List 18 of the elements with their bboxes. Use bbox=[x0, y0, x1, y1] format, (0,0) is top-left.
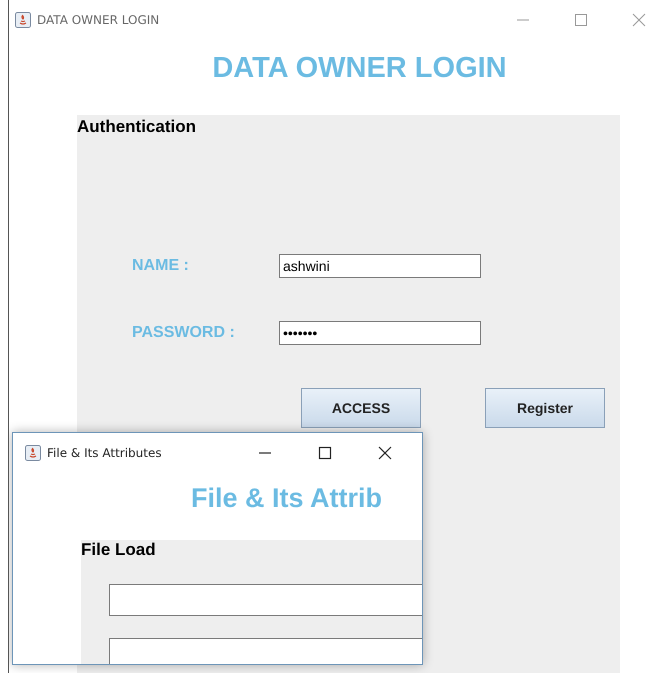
input-field[interactable]: ••••••• bbox=[279, 321, 481, 345]
maximize-icon[interactable] bbox=[318, 446, 332, 460]
java-app-icon bbox=[15, 12, 31, 28]
input-field[interactable]: ashwini bbox=[279, 254, 481, 278]
input-field[interactable] bbox=[109, 638, 422, 664]
form-button[interactable]: Register bbox=[485, 388, 605, 428]
input-field[interactable] bbox=[109, 584, 422, 616]
field-label: PASSWORD : bbox=[132, 324, 236, 342]
field-label: NAME : bbox=[132, 257, 190, 275]
panel-title: File Load bbox=[81, 540, 157, 560]
close-icon[interactable] bbox=[378, 446, 392, 460]
form-button[interactable]: ACCESS bbox=[301, 388, 421, 428]
window-title: DATA OWNER LOGIN bbox=[37, 13, 160, 27]
panel-title: Authentication bbox=[77, 117, 197, 137]
page-heading: DATA OWNER LOGIN bbox=[211, 52, 508, 86]
dialog-heading: File & Its Attrib bbox=[191, 483, 384, 515]
java-app-icon bbox=[25, 445, 41, 461]
window-title: File & Its Attributes bbox=[47, 446, 162, 460]
